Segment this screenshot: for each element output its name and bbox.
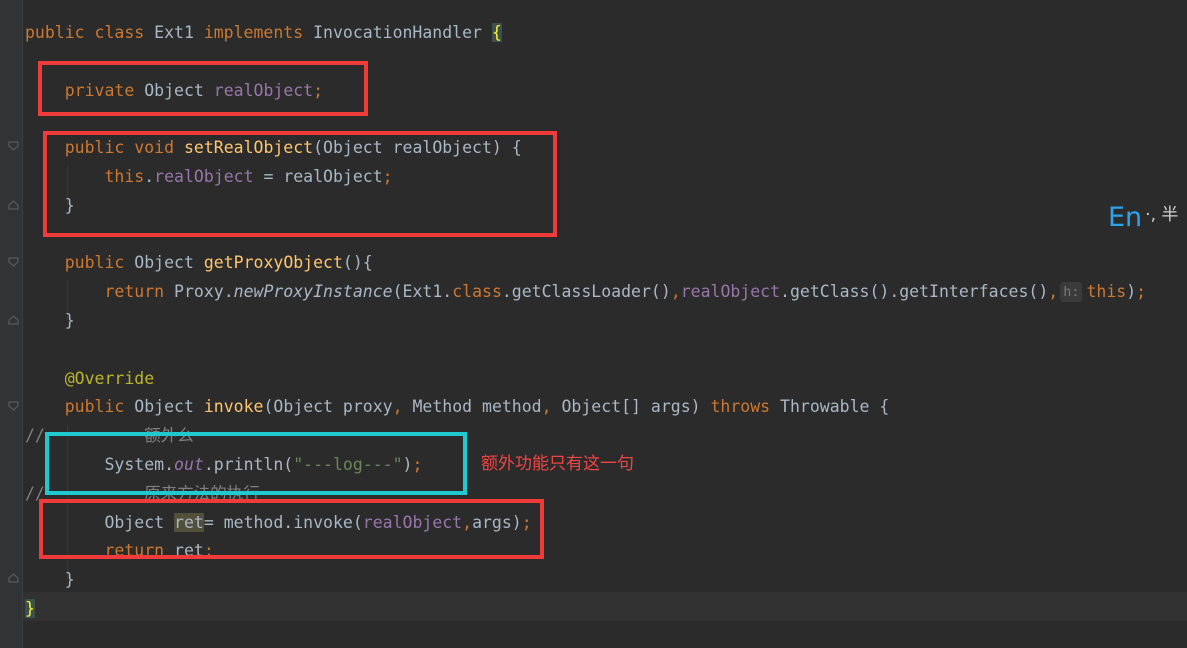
code-line-invoke-sig[interactable]: public Object invoke(Object proxy, Metho… [25, 393, 1146, 422]
gutter-divider [22, 0, 23, 648]
annotation-note: 额外功能只有这一句 [481, 454, 634, 474]
code-token: Object [134, 253, 204, 273]
fold-marker-icon[interactable] [8, 573, 19, 583]
fold-marker-icon[interactable] [8, 200, 19, 210]
code-token: this [1086, 282, 1127, 302]
code-token: return [104, 282, 175, 302]
code-token: (Object proxy [263, 397, 393, 417]
code-token: (Ext1. [392, 282, 453, 302]
code-token: } [25, 570, 75, 590]
code-line-getter-sig[interactable]: public Object getProxyObject(){ [25, 249, 1146, 278]
code-token: Object[] args) [561, 397, 711, 417]
ime-mode: En [1108, 202, 1143, 233]
code-token: Throwable { [780, 397, 890, 417]
code-line-invoke-end[interactable]: } [25, 566, 1146, 595]
fold-marker-icon[interactable] [8, 257, 19, 267]
ime-indicator: En ·, 半 [1108, 198, 1179, 235]
code-line-class-decl[interactable]: public class Ext1 implements InvocationH… [25, 19, 1146, 48]
code-token: throws [710, 397, 781, 417]
code-token: InvocationHandler [313, 23, 492, 42]
fold-marker-icon[interactable] [8, 401, 19, 411]
code-token: } [25, 598, 35, 618]
ime-rest: ·, 半 [1145, 205, 1179, 225]
code-token: Method method [412, 397, 542, 417]
code-line-getter-body[interactable]: return Proxy.newProxyInstance(Ext1.class… [25, 278, 1146, 307]
fold-marker-icon[interactable] [8, 315, 19, 325]
highlight-box-log [45, 432, 467, 495]
code-token: class [452, 282, 502, 302]
code-token: (){ [342, 253, 373, 273]
code-token: .getClass().getInterfaces() [780, 282, 1049, 302]
code-token: { [491, 23, 502, 42]
code-token: @Override [64, 368, 155, 388]
parameter-hint: h: [1060, 282, 1083, 303]
code-token: Ext1 [154, 23, 204, 42]
code-token: realObject [680, 282, 781, 302]
highlight-box-invoke [39, 499, 544, 559]
code-token: , [670, 282, 681, 302]
highlight-box-setter [43, 131, 557, 237]
code-token: , [541, 397, 562, 417]
code-line-class-end[interactable]: } [25, 595, 1146, 624]
code-token: , [1048, 282, 1059, 302]
code-line-blank-4[interactable]: ​ [25, 336, 1146, 365]
code-token: Object [134, 397, 204, 417]
code-token: ; [1136, 282, 1147, 302]
highlight-box-field [38, 61, 368, 116]
code-token: , [392, 397, 413, 417]
code-token: .getClassLoader() [501, 282, 671, 302]
code-token: implements [203, 23, 314, 42]
code-line-getter-end[interactable]: } [25, 307, 1146, 336]
fold-marker-icon[interactable] [8, 141, 19, 151]
code-line-annotation[interactable]: @Override [25, 365, 1146, 394]
code-token: invoke [203, 397, 264, 417]
code-token: ) [1126, 282, 1137, 302]
code-token: public class [25, 23, 155, 42]
code-token: getProxyObject [203, 253, 343, 273]
code-token: newProxyInstance [233, 282, 393, 302]
code-token: public [64, 253, 135, 273]
code-token: public [64, 397, 135, 417]
code-token: Proxy. [174, 282, 234, 302]
code-token: } [25, 310, 75, 330]
